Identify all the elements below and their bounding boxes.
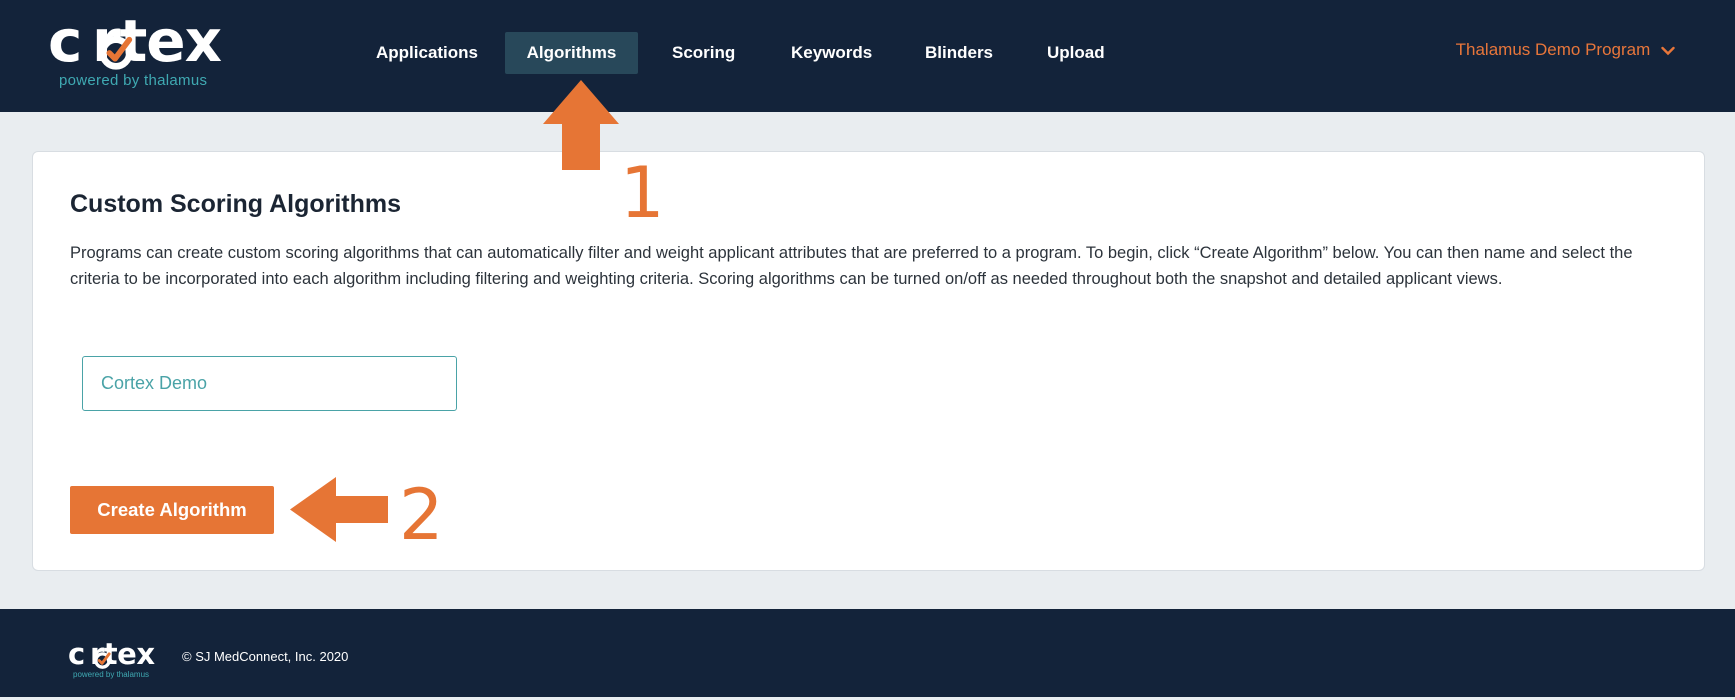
algorithms-card: Custom Scoring Algorithms Programs can c… [32, 151, 1705, 571]
algorithm-item-cortex-demo[interactable]: Cortex Demo [82, 356, 457, 411]
annotation-arrow-up-icon [543, 80, 619, 170]
nav-applications[interactable]: Applications [350, 32, 504, 74]
page-description: Programs can create custom scoring algor… [70, 244, 1633, 288]
page-title: Custom Scoring Algorithms [70, 190, 402, 218]
nav-blinders[interactable]: Blinders [899, 32, 1019, 74]
nav-scoring[interactable]: Scoring [646, 32, 761, 74]
annotation-step-1: 1 [620, 152, 665, 234]
redacted-area [469, 356, 859, 413]
copyright-text: © SJ MedConnect, Inc. 2020 [182, 649, 349, 664]
nav-algorithms[interactable]: Algorithms [505, 32, 638, 74]
program-selector[interactable]: Thalamus Demo Program [1456, 40, 1675, 60]
chevron-down-icon [1661, 46, 1675, 55]
footer-logo[interactable]: c rtex powered by thalamus [68, 639, 168, 679]
cortex-logo[interactable]: c rtex powered by thalamus [48, 10, 248, 92]
program-label: Thalamus Demo Program [1455, 40, 1651, 59]
top-navbar: c rtex powered by thalamus Applications … [0, 0, 1735, 112]
logo-check-icon [99, 36, 133, 70]
nav-upload[interactable]: Upload [1021, 32, 1131, 74]
logo-tagline: powered by thalamus [59, 72, 208, 89]
footer: c rtex powered by thalamus © SJ MedConne… [0, 609, 1735, 697]
nav-keywords[interactable]: Keywords [765, 32, 898, 74]
footer-logo-tagline: powered by thalamus [73, 670, 150, 679]
footer-logo-check-icon [94, 652, 111, 669]
annotation-arrow-left-icon [290, 477, 388, 542]
create-algorithm-button[interactable]: Create Algorithm [70, 486, 274, 534]
annotation-step-2: 2 [399, 474, 444, 556]
